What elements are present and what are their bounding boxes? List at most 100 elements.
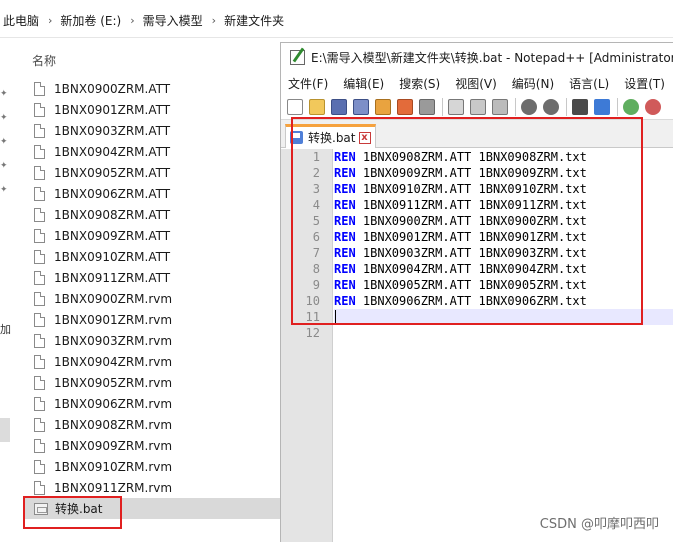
keyword-ren: REN bbox=[334, 230, 356, 244]
file-row[interactable]: 1BNX0910ZRM.ATT bbox=[24, 246, 280, 267]
line-number: 9 bbox=[312, 278, 320, 292]
line-number: 1 bbox=[312, 150, 320, 164]
file-row[interactable]: 1BNX0905ZRM.ATT bbox=[24, 162, 280, 183]
file-row[interactable]: 1BNX0909ZRM.ATT bbox=[24, 225, 280, 246]
copy-icon[interactable] bbox=[470, 98, 486, 115]
file-name: 1BNX0909ZRM.ATT bbox=[54, 228, 171, 243]
command-args: 1BNX0900ZRM.ATT 1BNX0900ZRM.txt bbox=[355, 214, 587, 228]
print-icon[interactable] bbox=[419, 98, 435, 115]
file-icon bbox=[34, 291, 45, 306]
file-row[interactable]: 1BNX0900ZRM.ATT bbox=[24, 78, 280, 99]
zoom-out-icon[interactable] bbox=[645, 98, 661, 115]
file-row[interactable]: 1BNX0911ZRM.ATT bbox=[24, 267, 280, 288]
file-name: 1BNX0903ZRM.rvm bbox=[54, 333, 173, 348]
breadcrumb-drive[interactable]: 新加卷 (E:) bbox=[60, 12, 121, 29]
breadcrumb-separator-icon: › bbox=[211, 14, 217, 27]
keyword-ren: REN bbox=[334, 150, 356, 164]
nav-item-selected[interactable] bbox=[0, 418, 10, 442]
code-line-current bbox=[334, 309, 673, 325]
breadcrumb-folder-new[interactable]: 新建文件夹 bbox=[224, 12, 284, 29]
menu-file[interactable]: 文件(F) bbox=[288, 75, 328, 92]
file-row[interactable]: 1BNX0904ZRM.rvm bbox=[24, 351, 280, 372]
toolbar-separator bbox=[617, 97, 618, 116]
find-icon[interactable] bbox=[572, 98, 588, 115]
toolbar-separator bbox=[566, 97, 567, 116]
breadcrumb-separator-icon: › bbox=[130, 14, 135, 27]
menu-settings[interactable]: 设置(T) bbox=[624, 75, 665, 92]
breadcrumb-folder-import[interactable]: 需导入模型 bbox=[143, 12, 203, 29]
file-row[interactable]: 1BNX0911ZRM.rvm bbox=[24, 477, 280, 498]
code-line: REN 1BNX0901ZRM.ATT 1BNX0901ZRM.txt bbox=[334, 229, 673, 245]
tab-close-icon[interactable]: x bbox=[358, 131, 371, 144]
breadcrumb-this-pc[interactable]: 此电脑 bbox=[3, 12, 39, 29]
save-icon[interactable] bbox=[331, 98, 347, 115]
cut-icon[interactable] bbox=[448, 98, 464, 115]
file-name: 1BNX0909ZRM.rvm bbox=[54, 438, 173, 453]
file-name: 1BNX0911ZRM.rvm bbox=[54, 480, 173, 495]
file-row[interactable]: 1BNX0909ZRM.rvm bbox=[24, 435, 280, 456]
file-name: 转换.bat bbox=[55, 502, 103, 516]
file-row[interactable]: 1BNX0901ZRM.ATT bbox=[24, 99, 280, 120]
file-name: 1BNX0911ZRM.ATT bbox=[54, 270, 171, 285]
file-row[interactable]: 1BNX0905ZRM.rvm bbox=[24, 372, 280, 393]
code-line: REN 1BNX0910ZRM.ATT 1BNX0910ZRM.txt bbox=[334, 181, 673, 197]
undo-icon[interactable] bbox=[521, 98, 537, 115]
menu-search[interactable]: 搜索(S) bbox=[399, 75, 440, 92]
editor-area[interactable]: 1 2 3 4 5 6 7 8 9 10 11 12 REN 1BNX0908Z… bbox=[281, 149, 673, 542]
menu-encoding[interactable]: 编码(N) bbox=[512, 75, 554, 92]
saved-file-icon bbox=[290, 131, 303, 144]
new-file-icon[interactable] bbox=[287, 98, 303, 115]
file-icon bbox=[34, 354, 45, 369]
file-row[interactable]: 1BNX0908ZRM.rvm bbox=[24, 414, 280, 435]
pin-icon[interactable]: ✦ bbox=[0, 186, 8, 195]
code-line: REN 1BNX0909ZRM.ATT 1BNX0909ZRM.txt bbox=[334, 165, 673, 181]
menu-language[interactable]: 语言(L) bbox=[569, 75, 609, 92]
file-row[interactable]: 1BNX0906ZRM.rvm bbox=[24, 393, 280, 414]
zoom-in-icon[interactable] bbox=[623, 98, 639, 115]
toolbar-separator bbox=[442, 97, 443, 116]
line-number: 10 bbox=[305, 294, 320, 308]
line-number: 8 bbox=[312, 262, 320, 276]
menu-bar: 文件(F) 编辑(E) 搜索(S) 视图(V) 编码(N) 语言(L) 设置(T… bbox=[281, 72, 673, 94]
file-row[interactable]: 1BNX0903ZRM.ATT bbox=[24, 120, 280, 141]
redo-icon[interactable] bbox=[543, 98, 559, 115]
file-icon bbox=[34, 312, 45, 327]
save-all-icon[interactable] bbox=[353, 98, 369, 115]
menu-view[interactable]: 视图(V) bbox=[455, 75, 497, 92]
pin-icon[interactable]: ✦ bbox=[0, 138, 8, 147]
file-name: 1BNX0906ZRM.rvm bbox=[54, 396, 173, 411]
text-caret bbox=[335, 310, 336, 324]
code-line: REN 1BNX0903ZRM.ATT 1BNX0903ZRM.txt bbox=[334, 245, 673, 261]
code-line: REN 1BNX0906ZRM.ATT 1BNX0906ZRM.txt bbox=[334, 293, 673, 309]
file-row[interactable]: 1BNX0908ZRM.ATT bbox=[24, 204, 280, 225]
replace-icon[interactable] bbox=[594, 98, 610, 115]
file-row[interactable]: 1BNX0900ZRM.rvm bbox=[24, 288, 280, 309]
command-args: 1BNX0910ZRM.ATT 1BNX0910ZRM.txt bbox=[355, 182, 587, 196]
open-file-icon[interactable] bbox=[309, 98, 325, 115]
file-row[interactable]: 1BNX0906ZRM.ATT bbox=[24, 183, 280, 204]
menu-edit[interactable]: 编辑(E) bbox=[343, 75, 384, 92]
window-title: E:\需导入模型\新建文件夹\转换.bat - Notepad++ [Admin… bbox=[311, 51, 673, 65]
file-name: 1BNX0906ZRM.ATT bbox=[54, 186, 171, 201]
pin-icon[interactable]: ✦ bbox=[0, 114, 8, 123]
nav-item-label[interactable]: 加 bbox=[0, 321, 11, 337]
close-all-icon[interactable] bbox=[397, 98, 413, 115]
close-icon[interactable] bbox=[375, 98, 391, 115]
tab-bat-file[interactable]: 转换.bat x bbox=[285, 124, 376, 148]
window-title-bar[interactable]: E:\需导入模型\新建文件夹\转换.bat - Notepad++ [Admin… bbox=[281, 43, 673, 72]
pin-icon[interactable]: ✦ bbox=[0, 90, 8, 99]
paste-icon[interactable] bbox=[492, 98, 508, 115]
column-header-name[interactable]: 名称 bbox=[32, 52, 56, 69]
file-row[interactable]: 1BNX0904ZRM.ATT bbox=[24, 141, 280, 162]
file-row-selected[interactable]: 转换.bat bbox=[24, 498, 280, 519]
keyword-ren: REN bbox=[334, 262, 356, 276]
breadcrumb-separator-icon: › bbox=[48, 14, 53, 27]
file-icon bbox=[34, 123, 45, 138]
address-bar[interactable]: 此电脑 › 新加卷 (E:) › 需导入模型 › 新建文件夹 bbox=[0, 0, 673, 38]
file-name: 1BNX0900ZRM.rvm bbox=[54, 291, 173, 306]
pin-icon[interactable]: ✦ bbox=[0, 162, 8, 171]
file-row[interactable]: 1BNX0910ZRM.rvm bbox=[24, 456, 280, 477]
file-row[interactable]: 1BNX0901ZRM.rvm bbox=[24, 309, 280, 330]
file-row[interactable]: 1BNX0903ZRM.rvm bbox=[24, 330, 280, 351]
